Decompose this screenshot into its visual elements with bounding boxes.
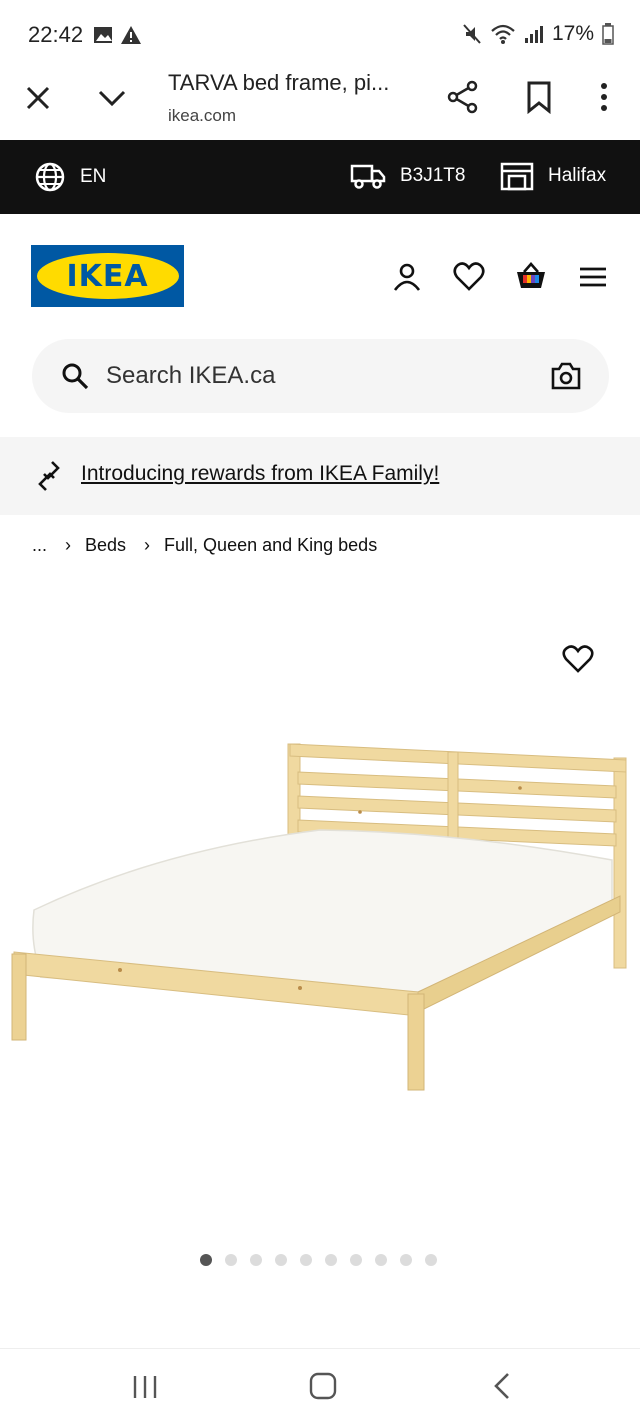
wifi-icon bbox=[491, 24, 515, 44]
camera-icon[interactable] bbox=[550, 361, 582, 391]
language-selector[interactable]: EN bbox=[34, 161, 106, 193]
more-options-icon[interactable] bbox=[590, 80, 618, 114]
recent-apps-icon[interactable] bbox=[130, 1373, 160, 1401]
carousel-dot[interactable] bbox=[375, 1254, 387, 1266]
postal-code-selector[interactable]: B3J1T8 bbox=[350, 161, 465, 191]
carousel-dot[interactable] bbox=[350, 1254, 362, 1266]
postal-code-label: B3J1T8 bbox=[400, 165, 466, 186]
browser-toolbar: TARVA bed frame, pi... ikea.com bbox=[0, 62, 640, 140]
promo-banner: Introducing rewards from IKEA Family! bbox=[0, 437, 640, 515]
site-header: IKEA bbox=[0, 214, 640, 334]
truck-icon bbox=[350, 164, 386, 189]
battery-icon bbox=[602, 23, 614, 45]
heart-icon[interactable] bbox=[452, 260, 486, 294]
carousel-dot[interactable] bbox=[425, 1254, 437, 1266]
chevron-right-icon: › bbox=[144, 535, 151, 555]
search-icon bbox=[62, 363, 89, 390]
shopping-bag-icon[interactable] bbox=[514, 260, 548, 294]
store-label: Halifax bbox=[548, 165, 607, 186]
store-icon bbox=[500, 162, 534, 191]
status-time: 22:42 bbox=[28, 22, 84, 47]
system-nav-bar bbox=[0, 1348, 640, 1422]
globe-icon bbox=[35, 162, 65, 192]
search-input[interactable] bbox=[106, 357, 526, 395]
link-icon bbox=[38, 461, 60, 491]
battery-percent: 17% bbox=[551, 22, 594, 45]
warning-icon bbox=[121, 26, 141, 44]
search-bar[interactable] bbox=[32, 339, 609, 413]
breadcrumb-beds[interactable]: Beds bbox=[85, 535, 126, 556]
mute-icon bbox=[463, 24, 481, 44]
favourite-heart-icon[interactable] bbox=[562, 644, 594, 674]
logo-oval: IKEA bbox=[36, 253, 179, 299]
page-url[interactable]: ikea.com bbox=[168, 106, 236, 126]
close-icon[interactable] bbox=[22, 82, 54, 114]
home-icon[interactable] bbox=[308, 1371, 338, 1401]
chevron-down-icon[interactable] bbox=[96, 82, 128, 114]
breadcrumb-ellipsis[interactable]: ... bbox=[32, 535, 47, 556]
carousel-dot[interactable] bbox=[250, 1254, 262, 1266]
carousel-dot[interactable] bbox=[225, 1254, 237, 1266]
ikea-logo[interactable]: IKEA bbox=[31, 245, 184, 307]
breadcrumb: ... › Beds › Full, Queen and King beds bbox=[32, 535, 377, 556]
ikea-family-rewards-link[interactable]: Introducing rewards from IKEA Family! bbox=[81, 462, 439, 486]
carousel-dot[interactable] bbox=[300, 1254, 312, 1266]
bookmark-icon[interactable] bbox=[522, 80, 556, 114]
carousel-indicators bbox=[200, 1254, 437, 1266]
chevron-right-icon: › bbox=[65, 535, 72, 555]
status-bar: 22:42 17% bbox=[0, 0, 640, 70]
store-selector[interactable]: Halifax bbox=[500, 161, 606, 191]
locale-bar: EN B3J1T8 Halifax bbox=[0, 140, 640, 214]
logo-text: IKEA bbox=[66, 258, 149, 294]
signal-icon bbox=[524, 26, 543, 43]
breadcrumb-full-queen-king-beds[interactable]: Full, Queen and King beds bbox=[164, 535, 377, 556]
gallery-icon bbox=[94, 27, 112, 43]
menu-icon[interactable] bbox=[576, 260, 610, 294]
carousel-dot[interactable] bbox=[275, 1254, 287, 1266]
share-icon[interactable] bbox=[446, 80, 480, 114]
carousel-dot[interactable] bbox=[325, 1254, 337, 1266]
back-icon[interactable] bbox=[490, 1371, 514, 1401]
user-icon[interactable] bbox=[390, 260, 424, 294]
status-right: 17% bbox=[462, 22, 614, 46]
product-image-bed-frame[interactable] bbox=[0, 720, 640, 1120]
status-left-icons bbox=[92, 24, 142, 46]
carousel-dot[interactable] bbox=[400, 1254, 412, 1266]
carousel-dot[interactable] bbox=[200, 1254, 212, 1266]
page-title: TARVA bed frame, pi... bbox=[168, 70, 390, 95]
language-label: EN bbox=[80, 166, 107, 187]
